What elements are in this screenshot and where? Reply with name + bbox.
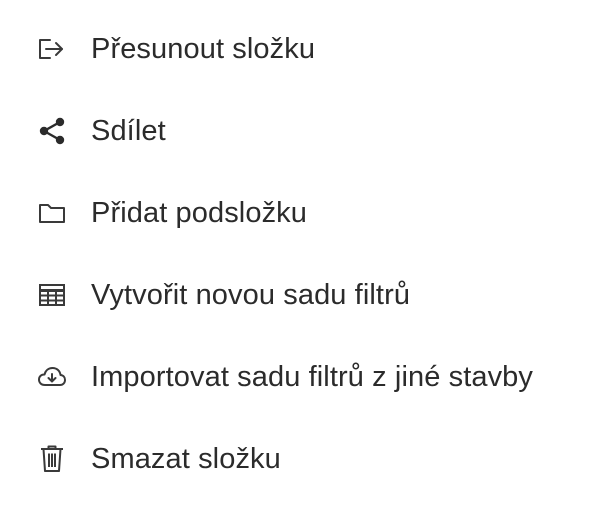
menu-item-label: Smazat složku	[91, 442, 281, 475]
trash-icon	[33, 440, 71, 478]
menu-item-add-subfolder[interactable]: Přidat podsložku	[0, 172, 601, 254]
context-menu: Přesunout složku Sdílet Přidat podsložku	[0, 0, 601, 516]
table-icon	[33, 276, 71, 314]
folder-icon	[33, 194, 71, 232]
move-folder-icon	[33, 30, 71, 68]
menu-item-label: Vytvořit novou sadu filtrů	[91, 278, 411, 311]
menu-item-move-folder[interactable]: Přesunout složku	[0, 8, 601, 90]
menu-item-create-filter-set[interactable]: Vytvořit novou sadu filtrů	[0, 254, 601, 336]
menu-item-label: Importovat sadu filtrů z jiné stavby	[91, 360, 534, 393]
menu-item-delete-folder[interactable]: Smazat složku	[0, 418, 601, 500]
cloud-download-icon	[33, 358, 71, 396]
share-icon	[33, 112, 71, 150]
menu-item-label: Přesunout složku	[91, 32, 316, 65]
menu-item-share[interactable]: Sdílet	[0, 90, 601, 172]
menu-item-label: Sdílet	[91, 114, 166, 147]
menu-item-import-filter-set[interactable]: Importovat sadu filtrů z jiné stavby	[0, 336, 601, 418]
menu-item-label: Přidat podsložku	[91, 196, 307, 229]
